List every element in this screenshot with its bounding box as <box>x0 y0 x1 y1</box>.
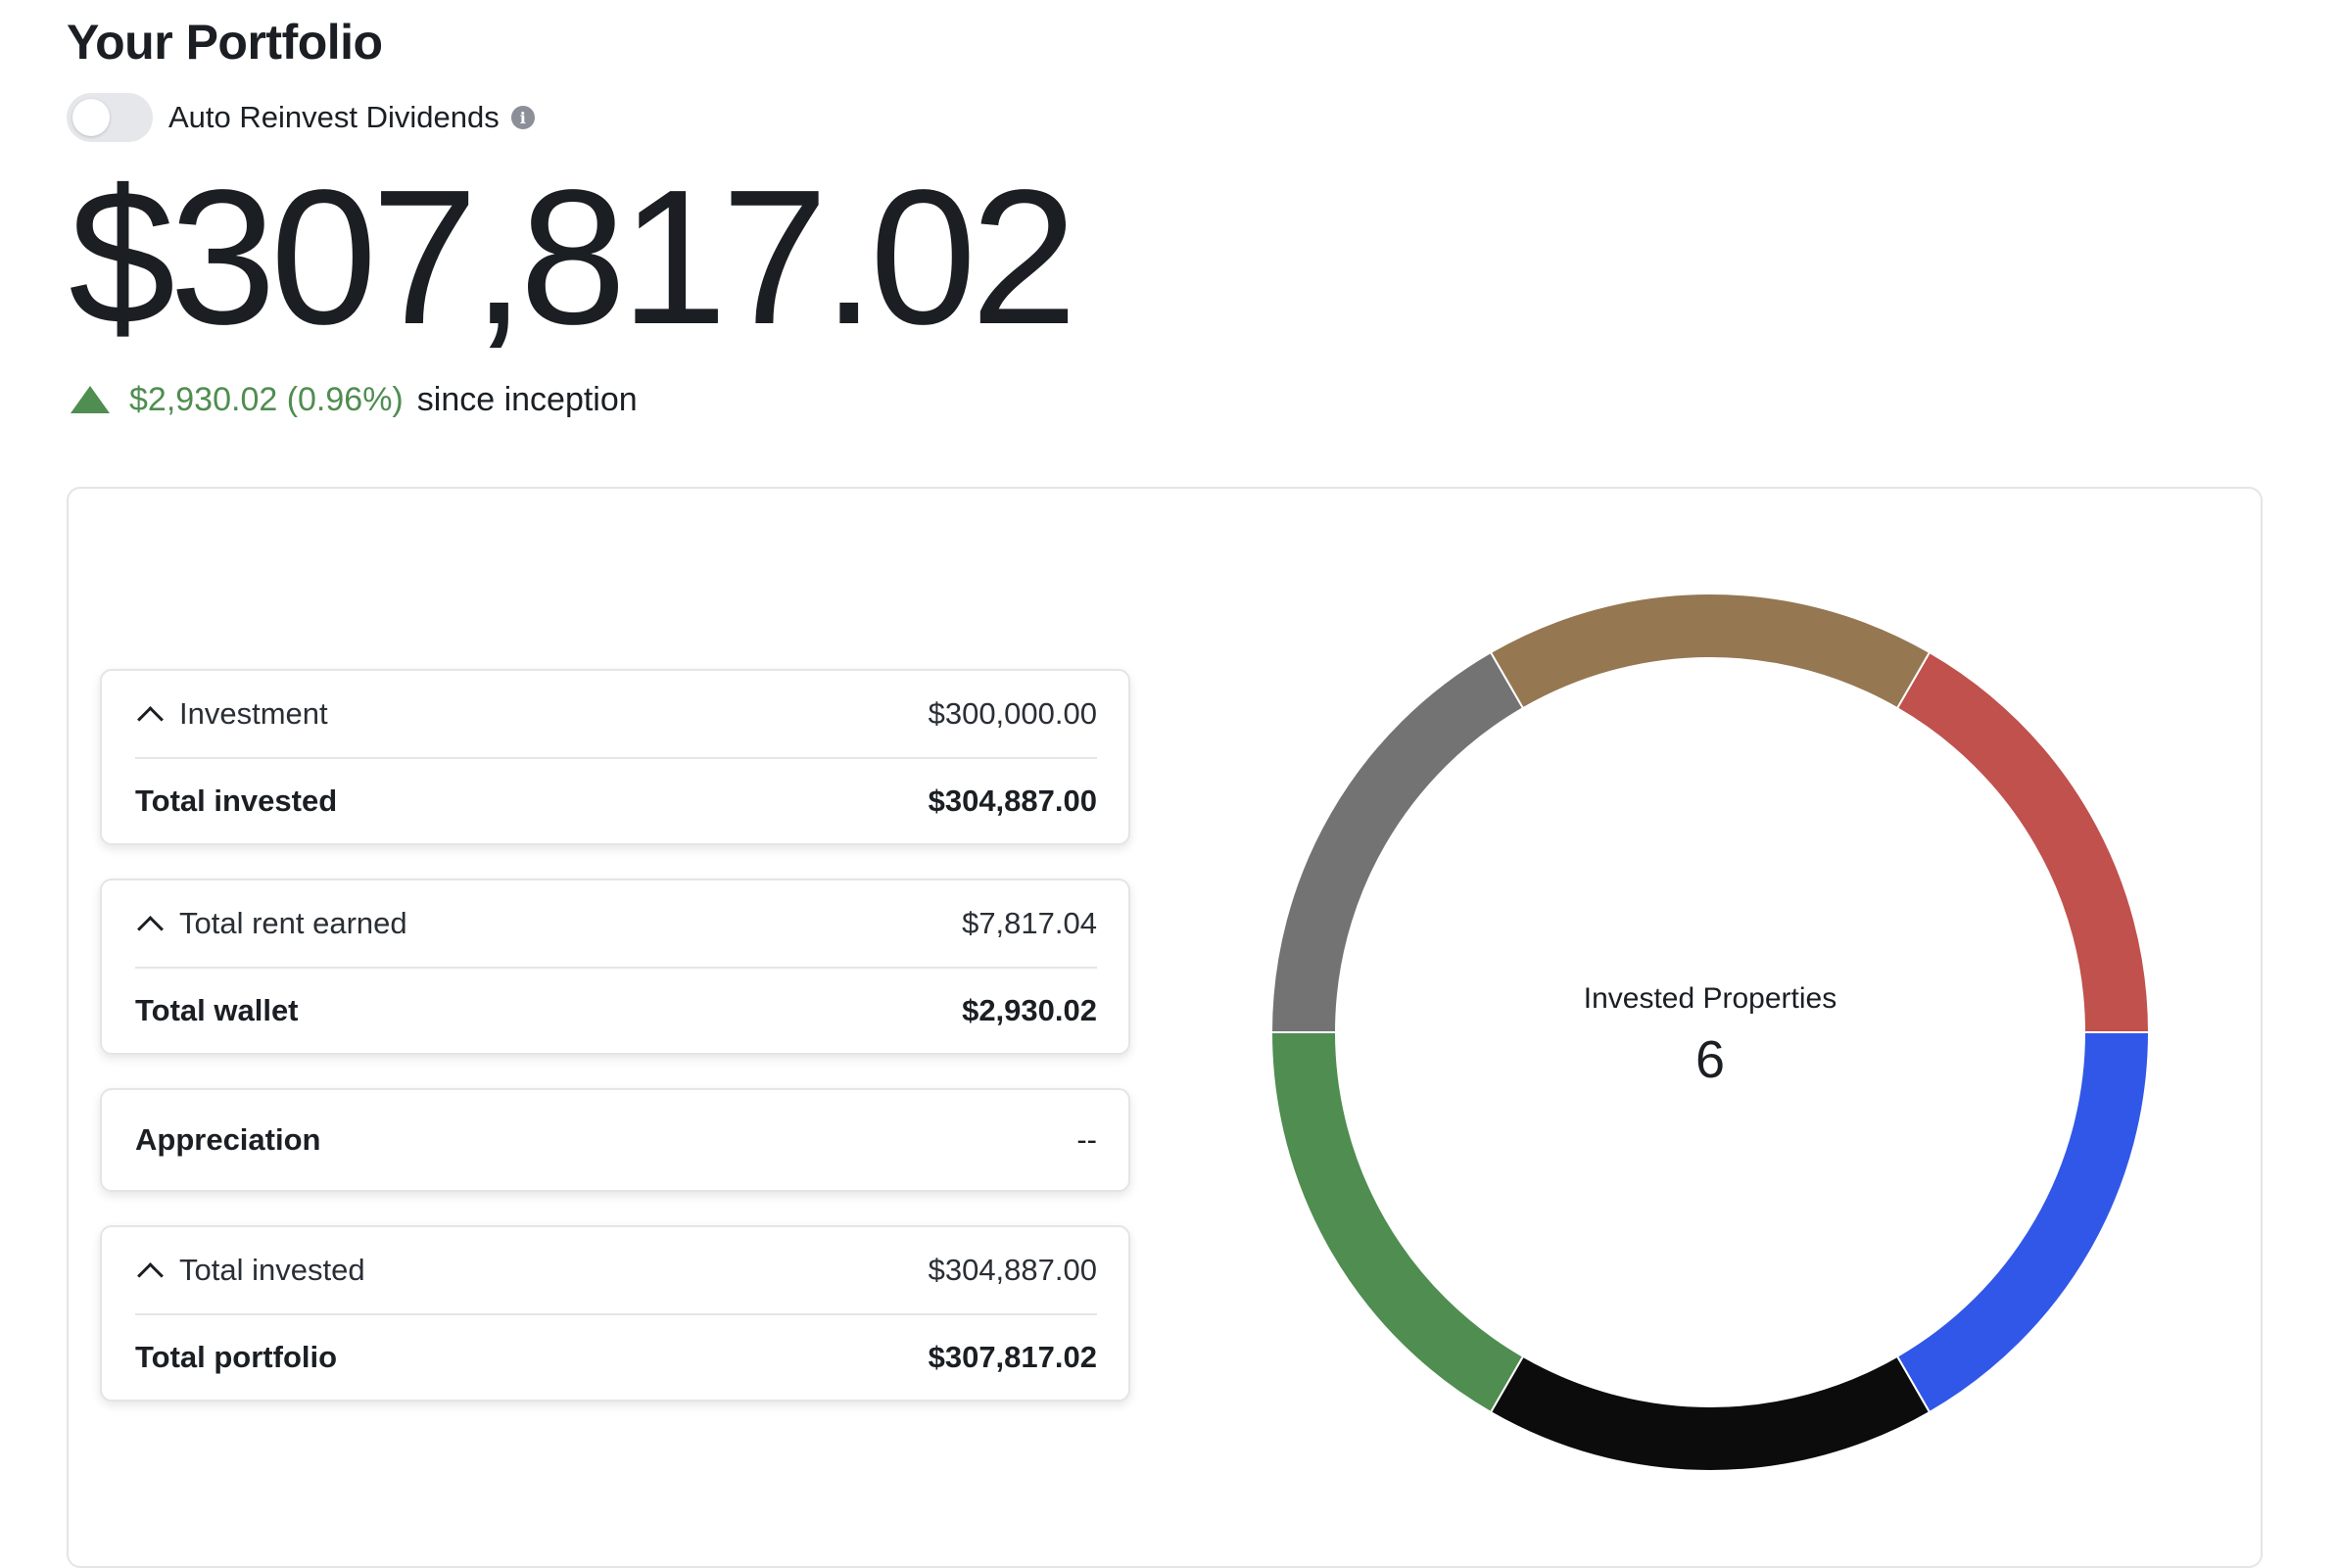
total-portfolio-row: Total portfolio $307,817.02 <box>102 1315 1128 1400</box>
page-title: Your Portfolio <box>67 15 383 70</box>
auto-reinvest-row: Auto Reinvest Dividends i <box>67 92 535 143</box>
chevron-up-icon[interactable] <box>137 705 164 733</box>
appreciation-row: Appreciation -- <box>102 1090 1128 1190</box>
appreciation-card: Appreciation -- <box>100 1088 1130 1192</box>
card-top-value: $300,000.00 <box>928 696 1097 731</box>
info-icon[interactable]: i <box>510 106 535 129</box>
chevron-up-icon[interactable] <box>137 1261 164 1289</box>
total-invested-row: Total invested $304,887.00 <box>102 759 1128 843</box>
donut-segment-4[interactable] <box>1269 1031 1525 1414</box>
triangle-up-icon <box>71 386 110 413</box>
card-bottom-value: $307,817.02 <box>928 1340 1097 1374</box>
chevron-up-icon[interactable] <box>137 915 164 942</box>
card-top-label: Investment <box>179 696 328 731</box>
card-bottom-label: Total invested <box>135 784 338 818</box>
card-top-label: Total invested <box>179 1253 365 1287</box>
card-bottom-value: $2,930.02 <box>962 993 1097 1027</box>
card-top-label: Total rent earned <box>179 906 407 940</box>
donut-svg <box>1269 593 2151 1472</box>
donut-segment-2[interactable] <box>1895 1031 2151 1414</box>
change-value: $2,930.02 (0.96%) <box>129 380 404 418</box>
appreciation-value: -- <box>1076 1122 1097 1157</box>
total-portfolio-card: Total invested $304,887.00 Total portfol… <box>100 1225 1130 1402</box>
total-wallet-row: Total wallet $2,930.02 <box>102 969 1128 1053</box>
appreciation-label: Appreciation <box>135 1122 321 1157</box>
total-invested-row[interactable]: Total invested $304,887.00 <box>102 1227 1128 1313</box>
donut-segment-3[interactable] <box>1489 1354 1932 1472</box>
toggle-knob <box>72 99 110 136</box>
auto-reinvest-label: Auto Reinvest Dividends <box>168 100 500 134</box>
total-rent-earned-row[interactable]: Total rent earned $7,817.04 <box>102 880 1128 967</box>
investment-card: Investment $300,000.00 Total invested $3… <box>100 669 1130 845</box>
card-top-value: $7,817.04 <box>962 906 1097 940</box>
invested-properties-chart <box>1269 593 2151 1472</box>
rent-card: Total rent earned $7,817.04 Total wallet… <box>100 879 1130 1055</box>
card-bottom-value: $304,887.00 <box>928 784 1097 818</box>
change-suffix: since inception <box>416 380 638 418</box>
card-bottom-label: Total portfolio <box>135 1340 338 1374</box>
change-row: $2,930.02 (0.96%) since inception <box>71 377 638 422</box>
donut-segment-5[interactable] <box>1269 650 1525 1033</box>
auto-reinvest-label-wrap: Auto Reinvest Dividends i <box>168 92 535 143</box>
card-bottom-label: Total wallet <box>135 993 299 1027</box>
donut-segment-1[interactable] <box>1895 650 2151 1033</box>
card-top-value: $304,887.00 <box>928 1253 1097 1287</box>
portfolio-balance: $307,817.02 <box>69 150 1077 364</box>
auto-reinvest-toggle[interactable] <box>67 93 153 142</box>
donut-segment-6[interactable] <box>1489 593 1932 710</box>
investment-row[interactable]: Investment $300,000.00 <box>102 671 1128 757</box>
